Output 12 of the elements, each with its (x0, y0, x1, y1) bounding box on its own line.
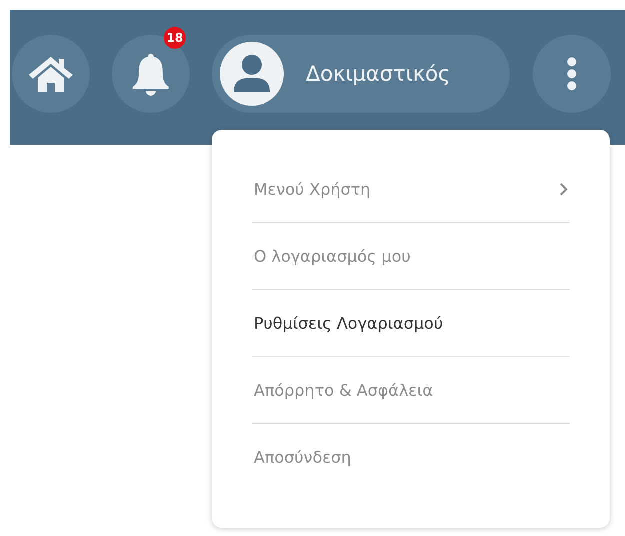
avatar-icon (220, 42, 284, 106)
menu-item[interactable]: Ο λογαριασμός μου (252, 223, 570, 290)
home-icon (28, 55, 74, 93)
chevron-right-icon (560, 182, 568, 196)
menu-item[interactable]: Απόρρητο & Ασφάλεια (252, 357, 570, 424)
menu-item[interactable]: Μενού Χρήστη (252, 156, 570, 223)
more-vertical-icon (567, 57, 577, 91)
notification-badge: 18 (164, 27, 186, 49)
menu-item[interactable]: Ρυθμίσεις Λογαριασμού (252, 290, 570, 357)
menu-item[interactable]: Αποσύνδεση (252, 424, 570, 491)
user-button[interactable]: Δοκιμαστικός (212, 35, 510, 113)
bell-icon (132, 52, 170, 96)
